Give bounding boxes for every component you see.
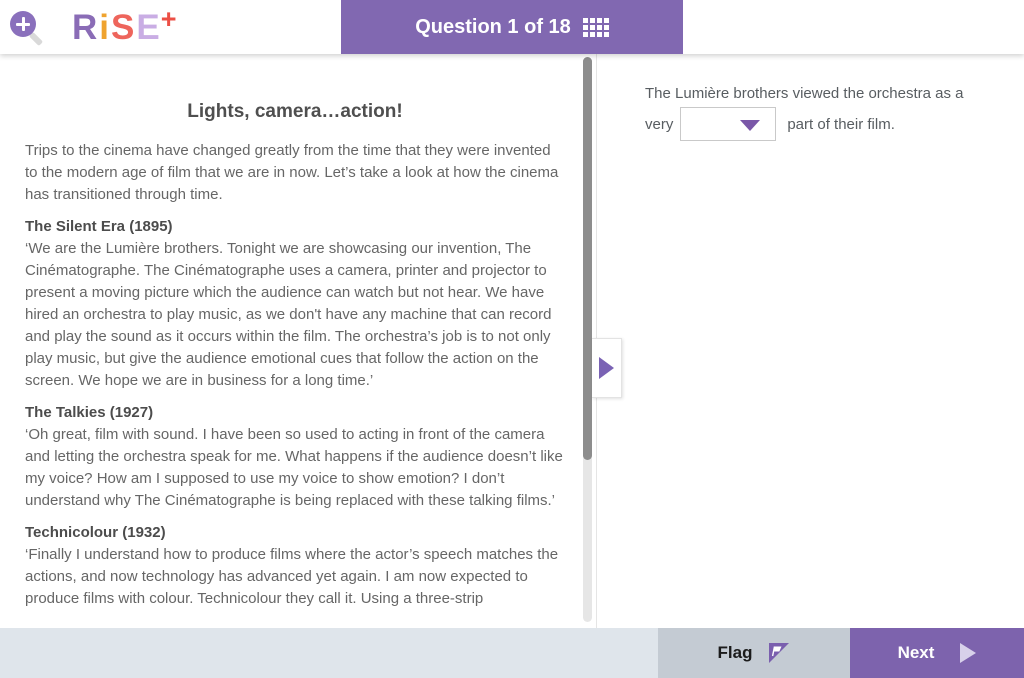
arrow-right-icon bbox=[960, 643, 976, 663]
section-heading: The Talkies (1927) bbox=[25, 402, 565, 424]
section-body: ‘Finally I understand how to produce fil… bbox=[25, 544, 565, 610]
main-content: Lights, camera…action! Trips to the cine… bbox=[0, 54, 1024, 628]
chevron-down-icon bbox=[740, 120, 760, 131]
question-navigator-grid-icon[interactable] bbox=[583, 18, 609, 37]
section-heading: Technicolour (1932) bbox=[25, 522, 565, 544]
flag-button[interactable]: Flag bbox=[658, 628, 850, 678]
magnifier-lens bbox=[10, 11, 36, 37]
footer-spacer bbox=[0, 628, 658, 678]
section-body: ‘Oh great, film with sound. I have been … bbox=[25, 424, 565, 512]
next-button[interactable]: Next bbox=[850, 628, 1024, 678]
answer-dropdown[interactable] bbox=[680, 107, 776, 141]
reading-passage: Lights, camera…action! Trips to the cine… bbox=[25, 100, 565, 610]
question-text-line2: very part of their film. bbox=[645, 107, 984, 141]
passage-scrollbar-track[interactable] bbox=[583, 57, 592, 622]
passage-title: Lights, camera…action! bbox=[25, 100, 565, 124]
question-text-line1: The Lumière brothers viewed the orchestr… bbox=[645, 84, 984, 104]
top-bar: R i S E + Question 1 of 18 bbox=[0, 0, 1024, 54]
question-text-after-blank: part of their film. bbox=[787, 116, 895, 133]
flag-icon bbox=[768, 642, 790, 664]
section-heading: The Silent Era (1895) bbox=[25, 216, 565, 238]
logo-letter: R bbox=[72, 8, 99, 48]
plus-icon bbox=[22, 17, 25, 31]
section-body: ‘We are the Lumière brothers. Tonight we… bbox=[25, 238, 565, 392]
passage-intro: Trips to the cinema have changed greatly… bbox=[25, 140, 565, 206]
flag-button-label: Flag bbox=[718, 643, 753, 663]
footer-bar: Flag Next bbox=[0, 628, 1024, 678]
chevron-right-icon bbox=[599, 357, 614, 379]
question-progress-header: Question 1 of 18 bbox=[341, 0, 683, 54]
rise-plus-logo: R i S E + bbox=[72, 6, 179, 50]
logo-letter: E bbox=[136, 8, 161, 48]
logo-letter: i bbox=[99, 8, 111, 48]
passage-scrollbar-thumb[interactable] bbox=[583, 57, 592, 460]
logo-plus: + bbox=[161, 4, 179, 35]
assessment-player: R i S E + Question 1 of 18 Lights, camer… bbox=[0, 0, 1024, 678]
question-text-before-blank: very bbox=[645, 116, 673, 133]
question-panel: The Lumière brothers viewed the orchestr… bbox=[596, 54, 1024, 628]
logo-letter: S bbox=[111, 8, 136, 48]
zoom-in-icon[interactable] bbox=[10, 11, 46, 47]
next-button-label: Next bbox=[898, 643, 935, 663]
passage-panel: Lights, camera…action! Trips to the cine… bbox=[0, 54, 596, 628]
expand-passage-button[interactable] bbox=[592, 338, 622, 398]
question-progress-label: Question 1 of 18 bbox=[415, 16, 571, 39]
